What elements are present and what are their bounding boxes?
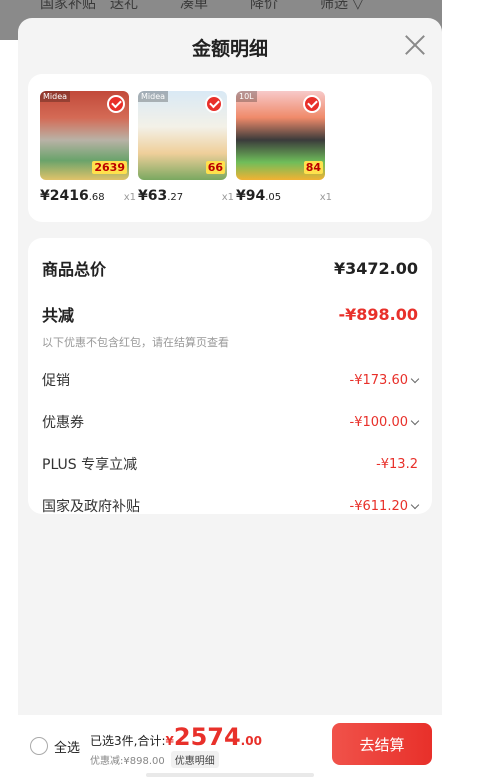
chevron-down-icon [410, 374, 420, 383]
plus-discount-value: -¥13.2 [376, 456, 418, 472]
product-thumbnail: 10L 84 [236, 91, 325, 180]
filter-bundle: 凑单 [180, 0, 208, 12]
filter-price-drop: 降价 [250, 0, 278, 12]
promotion-value: -¥173.60 [350, 373, 420, 388]
coupon-label: 优惠券 [42, 415, 84, 431]
product-price: ¥2416.68 [40, 188, 105, 204]
coupon-value: -¥100.00 [350, 415, 420, 430]
product-price: ¥94.05 [236, 188, 282, 204]
selected-count-text: 已选3件,合计: [90, 733, 166, 748]
amount-detail-sheet: 金额明细 Midea 2639 ¥2416.68 x1 Midea 66 ¥63… [18, 18, 442, 777]
discount-summary: 优惠减:¥898.00 [90, 755, 165, 767]
product-thumbnail: Midea 66 [138, 91, 227, 180]
total-decimal: .00 [240, 733, 262, 748]
amount-breakdown: 商品总价 ¥3472.00 共减 -¥898.00 以下优惠不包含红包，请在结算… [28, 238, 432, 516]
discount-note: 以下优惠不包含红包，请在结算页查看 [42, 336, 229, 349]
brand-tag: Midea [138, 91, 169, 102]
promotion-row[interactable]: 促销 -¥173.60 [42, 370, 420, 390]
checked-icon [303, 95, 321, 113]
filter-national-subsidy: 国家补贴 [40, 0, 96, 12]
select-all-radio[interactable] [30, 737, 48, 755]
product-list: Midea 2639 ¥2416.68 x1 Midea 66 ¥63.27 x… [28, 74, 432, 222]
close-icon[interactable] [404, 34, 426, 56]
subsidy-value: -¥611.20 [350, 499, 420, 514]
promotion-label: 促销 [42, 373, 70, 389]
product-item[interactable]: Midea 2639 ¥2416.68 x1 [40, 91, 138, 222]
total-reduction-row: 共减 -¥898.00 [42, 302, 418, 326]
checkout-button[interactable]: 去结算 [332, 723, 432, 765]
total-price-row: 商品总价 ¥3472.00 [42, 256, 418, 280]
brand-tag: Midea [40, 91, 71, 102]
product-item[interactable]: Midea 66 ¥63.27 x1 [138, 91, 236, 222]
plus-discount-label: PLUS 专享立减 [42, 457, 138, 473]
order-summary: 已选3件,合计: ¥ 2574 .00 优惠减:¥898.00 优惠明细 [90, 725, 262, 768]
filter-sift: 筛选 ▽ [320, 0, 364, 12]
subsidy-row[interactable]: 国家及政府补贴 -¥611.20 [42, 496, 420, 516]
coupon-row[interactable]: 优惠券 -¥100.00 [42, 412, 420, 432]
total-reduction-value: -¥898.00 [338, 304, 418, 324]
home-indicator [146, 773, 314, 777]
select-all-label[interactable]: 全选 [54, 737, 80, 756]
total-amount: 2574 [173, 722, 241, 751]
subsidy-label: 国家及政府补贴 [42, 499, 140, 515]
filter-gift: 送礼 [110, 0, 138, 12]
sheet-title: 金额明细 [191, 38, 268, 60]
checked-icon [107, 95, 125, 113]
sheet-header: 金额明细 [18, 18, 442, 74]
plus-discount-row: PLUS 专享立减 -¥13.2 [42, 454, 418, 474]
product-qty: x1 [123, 192, 136, 203]
price-badge: 84 [303, 161, 323, 174]
total-currency: ¥ [165, 733, 174, 748]
checked-icon [205, 95, 223, 113]
product-qty: x1 [319, 192, 332, 203]
discount-detail-button[interactable]: 优惠明细 [170, 750, 219, 768]
product-price: ¥63.27 [138, 188, 184, 204]
product-thumbnail: Midea 2639 [40, 91, 129, 180]
chevron-down-icon [410, 416, 420, 425]
price-badge: 2639 [92, 161, 127, 174]
total-reduction-label: 共减 [42, 306, 75, 325]
brand-tag: 10L [236, 91, 257, 102]
checkout-bar: 全选 已选3件,合计: ¥ 2574 .00 优惠减:¥898.00 优惠明细 … [18, 715, 442, 777]
total-price-label: 商品总价 [42, 260, 107, 279]
product-item[interactable]: 10L 84 ¥94.05 x1 [236, 91, 334, 222]
price-badge: 66 [205, 161, 225, 174]
product-qty: x1 [221, 192, 234, 203]
chevron-down-icon [410, 500, 420, 509]
total-price-value: ¥3472.00 [333, 258, 418, 278]
